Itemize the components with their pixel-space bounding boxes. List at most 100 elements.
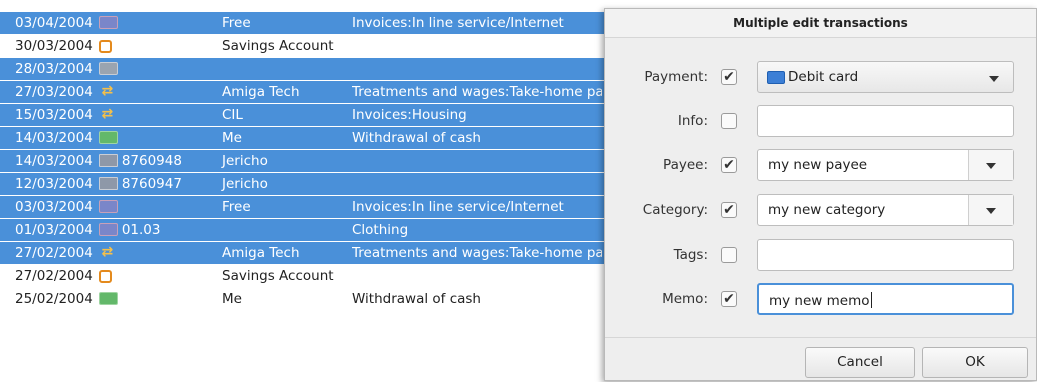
category-combo[interactable]: my new category [757,194,1014,226]
transaction-date-cell: 14/03/2004 8760948 [15,150,182,172]
transaction-date-cell: 03/04/2004 [15,12,118,34]
chevron-down-icon [986,208,996,214]
transaction-date-cell: 01/03/2004 01.03 [15,219,160,241]
transaction-payee: Free [222,15,251,31]
dialog-button-bar: Cancel OK [605,337,1036,382]
ok-button[interactable]: OK [922,347,1028,378]
category-dropdown-button[interactable] [968,195,1013,225]
chevron-down-icon [986,163,996,169]
info-row: Info: [605,105,1036,139]
card-icon [98,222,118,236]
tags-checkbox[interactable] [721,247,737,263]
memo-checkbox[interactable]: ✔ [721,291,737,307]
transaction-info: 8760947 [121,176,182,192]
transaction-payee: CIL [222,107,243,123]
payee-combo[interactable]: my new payee [757,149,1014,181]
transaction-payee: Savings Account [222,38,334,54]
payment-checkbox[interactable]: ✔ [721,69,737,85]
gray-card-icon [98,61,118,75]
transaction-date: 27/02/2004 [15,268,93,284]
transaction-date: 12/03/2004 [15,176,93,192]
transaction-payee: Savings Account [222,268,334,284]
transaction-category: Invoices:Housing [352,107,467,123]
payment-dropdown[interactable]: Debit card [757,61,1014,93]
cash-icon [98,291,118,305]
category-checkbox[interactable]: ✔ [721,202,737,218]
multiple-edit-dialog: Multiple edit transactions Payment: ✔ De… [604,8,1037,381]
transaction-info: 8760948 [121,153,182,169]
transaction-date-cell: 03/03/2004 [15,196,118,218]
info-checkbox[interactable] [721,113,737,129]
transaction-category: Treatments and wages:Take-home pay [352,84,602,100]
transaction-payee: Me [222,130,242,146]
transfer-icon: ⇄ [101,243,114,260]
transaction-date: 27/03/2004 [15,84,93,100]
payment-row: Payment: ✔ Debit card [605,61,1036,95]
transaction-date-cell: 14/03/2004 [15,127,118,149]
transaction-info: 01.03 [121,222,161,238]
payee-label: Payee: [663,157,708,173]
transfer-icon: ⇄ [101,105,114,122]
transaction-payee: Me [222,291,242,307]
info-label: Info: [677,113,708,129]
transaction-category: Invoices:In line service/Internet [352,199,564,215]
payee-checkbox[interactable]: ✔ [721,157,737,173]
payee-dropdown-button[interactable] [968,150,1013,180]
transaction-date: 28/03/2004 [15,61,93,77]
transaction-date-cell: 27/02/2004 [15,265,112,287]
transaction-date-cell: 12/03/2004 8760947 [15,173,182,195]
cash-icon [98,130,118,144]
transaction-date: 15/03/2004 [15,107,93,123]
transaction-date-cell: 25/02/2004 [15,288,118,310]
card-icon [98,15,118,29]
card-icon [98,199,118,213]
transaction-date: 14/03/2004 [15,153,93,169]
payment-value: Debit card [788,69,859,85]
memo-row: Memo: ✔ my new memo [605,283,1036,317]
payment-label: Payment: [644,69,708,85]
transaction-category: Withdrawal of cash [352,130,481,146]
cheque-icon [98,153,118,167]
transaction-payee: Amiga Tech [222,245,300,261]
memo-label: Memo: [662,291,708,307]
transaction-date: 14/03/2004 [15,130,93,146]
transaction-date-cell: 27/02/2004 ⇄ [15,242,116,264]
category-value: my new category [768,202,886,218]
tags-row: Tags: [605,239,1036,273]
transaction-payee: Amiga Tech [222,84,300,100]
text-caret [870,292,872,308]
transaction-payee: Free [222,199,251,215]
transaction-date: 03/04/2004 [15,15,93,31]
category-row: Category: ✔ my new category [605,194,1036,228]
transaction-category: Clothing [352,222,409,238]
chevron-down-icon [989,76,999,82]
transaction-category: Withdrawal of cash [352,291,481,307]
category-label: Category: [642,202,708,218]
memo-field[interactable]: my new memo [757,283,1014,315]
transfer-icon: ⇄ [101,82,114,99]
transaction-payee: Jericho [222,153,268,169]
info-field[interactable] [757,105,1014,137]
transaction-category: Treatments and wages:Take-home pay [352,245,602,261]
savings-icon [98,39,112,53]
transaction-date-cell: 15/03/2004 ⇄ [15,104,116,126]
transaction-date: 25/02/2004 [15,291,93,307]
transaction-date: 03/03/2004 [15,199,93,215]
transaction-date-cell: 28/03/2004 [15,58,118,80]
transaction-payee: Jericho [222,176,268,192]
transaction-category: Invoices:In line service/Internet [352,15,564,31]
payee-row: Payee: ✔ my new payee [605,149,1036,183]
savings-icon [98,269,112,283]
transaction-date: 30/03/2004 [15,38,93,54]
memo-value: my new memo [769,292,872,309]
cancel-button[interactable]: Cancel [805,347,915,378]
tags-field[interactable] [757,239,1014,271]
tags-label: Tags: [673,247,708,263]
dialog-title: Multiple edit transactions [605,9,1036,38]
transaction-date: 01/03/2004 [15,222,93,238]
transaction-date-cell: 27/03/2004 ⇄ [15,81,116,103]
cheque-icon [98,176,118,190]
transaction-date-cell: 30/03/2004 [15,35,112,57]
payee-value: my new payee [768,157,868,173]
transaction-date: 27/02/2004 [15,245,93,261]
